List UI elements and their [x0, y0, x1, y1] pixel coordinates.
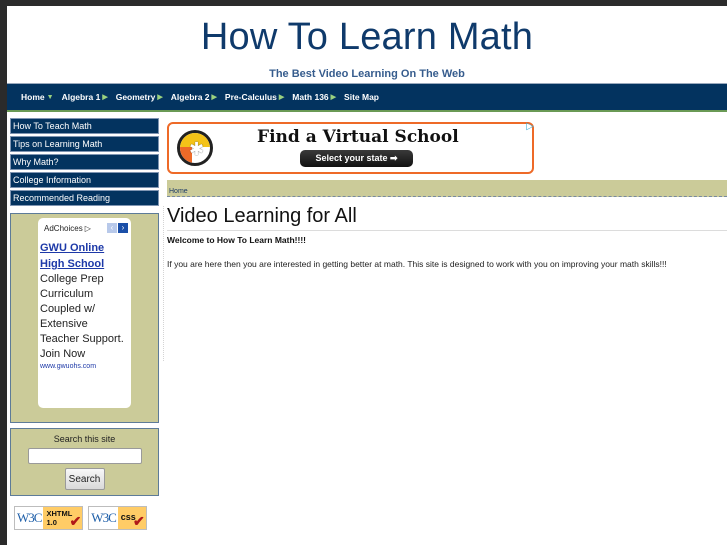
ad-choices-icon[interactable]: ▷ [85, 224, 91, 233]
ad-body-text: College Prep Curriculum Coupled w/ Exten… [40, 273, 124, 360]
nav-item-math-136[interactable]: Math 136 ▶ [292, 92, 336, 102]
nav-item-home[interactable]: Home ▼ [21, 92, 54, 102]
column-divider [163, 206, 164, 361]
virtual-school-logo-icon: ✱ [177, 130, 213, 166]
welcome-text: Welcome to How To Learn Math!!!! [167, 235, 306, 245]
page: How To Learn Math The Best Video Learnin… [7, 6, 727, 545]
ad-url-link[interactable]: www.gwuohs.com [40, 363, 129, 370]
nav-label: Algebra 1 [61, 92, 101, 102]
search-button[interactable]: Search [64, 468, 105, 490]
ad-choices-link[interactable]: AdChoices [44, 224, 83, 233]
sidebar-link-how-to-teach-math[interactable]: How To Teach Math [10, 118, 159, 134]
site-tagline: The Best Video Learning On The Web [269, 68, 465, 80]
sidebar-ad[interactable]: AdChoices ▷ ‹ › GWU Online High School C… [38, 218, 131, 408]
checkmark-icon: ✔ [69, 513, 82, 529]
caret-right-icon: ▶ [278, 94, 285, 101]
nav-item-algebra-2[interactable]: Algebra 2 ▶ [171, 92, 217, 102]
css-badge[interactable]: W3C css ✔ [88, 506, 147, 530]
sidebar-link-why-math[interactable]: Why Math? [10, 154, 159, 170]
sidebar-link-tips-on-learning-math[interactable]: Tips on Learning Math [10, 136, 159, 152]
chevron-right-icon[interactable]: › [118, 223, 128, 233]
nav-label: Pre-Calculus [224, 92, 277, 102]
select-state-button[interactable]: Select your state ➡ [300, 150, 413, 167]
w3c-logo: W3C [17, 510, 42, 525]
breadcrumb: Home [167, 180, 727, 197]
nav-item-site-map[interactable]: Site Map [344, 92, 379, 102]
nav-item-pre-calculus[interactable]: Pre-Calculus ▶ [225, 92, 284, 102]
main-nav: Home ▼ Algebra 1 ▶ Geometry ▶ Algebra 2 ▶ Pr… [7, 84, 727, 112]
nav-label: Algebra 2 [170, 92, 210, 102]
w3c-logo: W3C [91, 510, 116, 525]
main-content: ✱ Find a Virtual School Select your stat… [167, 118, 727, 270]
sidebar: How To Teach Math Tips on Learning Math … [10, 118, 159, 530]
badge-label-line1: XHTML [46, 509, 73, 518]
search-box: Search this site Search [10, 428, 159, 496]
site-header: How To Learn Math The Best Video Learnin… [7, 6, 727, 84]
checkmark-icon: ✔ [133, 513, 145, 529]
validation-badges: W3C XHTML 1.0 ✔ W3C css ✔ [10, 506, 159, 530]
caret-right-icon: ▶ [157, 94, 163, 101]
ad-pager: ‹ › [107, 223, 128, 233]
sidebar-link-college-information[interactable]: College Information [10, 172, 159, 188]
nav-label: Geometry [115, 92, 156, 102]
search-label: Search this site [53, 434, 116, 444]
search-input[interactable] [27, 448, 142, 464]
xhtml-badge[interactable]: W3C XHTML 1.0 ✔ [14, 506, 84, 530]
sidebar-link-recommended-reading[interactable]: Recommended Reading [10, 190, 159, 206]
caret-right-icon: ▶ [211, 94, 217, 101]
nav-label: Math 136 [292, 92, 329, 102]
page-title: Video Learning for All [167, 205, 727, 231]
nav-item-geometry[interactable]: Geometry ▶ [116, 92, 163, 102]
breadcrumb-home-link[interactable]: Home [169, 188, 188, 195]
ad-choices-row: AdChoices ▷ ‹ › [40, 222, 129, 234]
caret-right-icon: ▶ [330, 94, 337, 101]
ad-title-link[interactable]: GWU Online High School [40, 240, 129, 272]
banner-ad[interactable]: ✱ Find a Virtual School Select your stat… [167, 121, 534, 174]
nav-label: Site Map [344, 92, 379, 102]
caret-down-icon: ▼ [46, 93, 54, 101]
sidebar-ad-box: AdChoices ▷ ‹ › GWU Online High School C… [10, 213, 159, 423]
badge-label-line2: 1.0 [46, 518, 57, 527]
intro-paragraph: If you are here then you are interested … [167, 259, 667, 269]
ad-choices-icon[interactable]: ▷ [526, 121, 534, 132]
chevron-left-icon[interactable]: ‹ [107, 223, 117, 233]
caret-right-icon: ▶ [102, 94, 108, 101]
nav-item-algebra-1[interactable]: Algebra 1 ▶ [62, 92, 108, 102]
banner-ad-headline: Find a Virtual School [257, 127, 459, 147]
site-title[interactable]: How To Learn Math [7, 6, 727, 58]
nav-label: Home [21, 92, 45, 102]
